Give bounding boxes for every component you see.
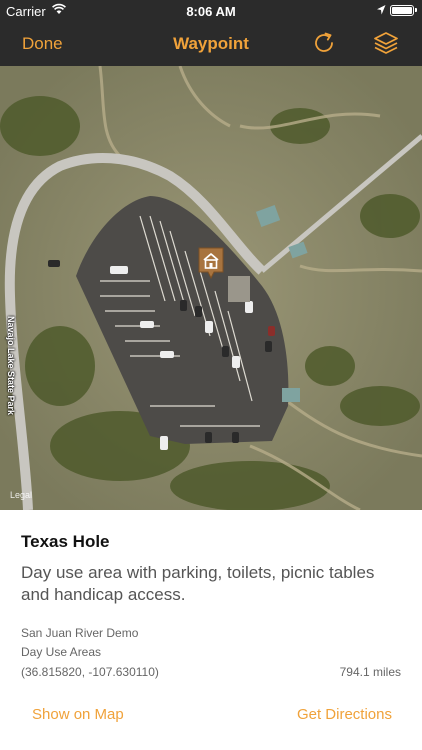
refresh-icon[interactable]	[311, 30, 337, 56]
status-time: 8:06 AM	[186, 4, 236, 19]
waypoint-collection: San Juan River Demo	[21, 626, 139, 640]
map-legal-link[interactable]: Legal	[10, 490, 32, 500]
map-imagery	[0, 66, 422, 510]
satellite-map[interactable]: Navajo Lake State Park Legal	[0, 66, 422, 510]
layers-icon[interactable]	[372, 29, 400, 57]
waypoint-distance: 794.1 miles	[339, 665, 401, 679]
battery-icon	[390, 5, 417, 16]
status-bar: Carrier 8:06 AM	[0, 0, 422, 22]
waypoint-details: Texas Hole Day use area with parking, to…	[0, 510, 422, 750]
cabin-icon[interactable]	[197, 246, 225, 280]
waypoint-description: Day use area with parking, toilets, picn…	[21, 563, 375, 604]
get-directions-button[interactable]: Get Directions	[297, 706, 392, 723]
waypoint-name: Texas Hole	[21, 532, 110, 551]
map-road-label: Navajo Lake State Park	[6, 316, 16, 416]
show-on-map-button[interactable]: Show on Map	[32, 706, 124, 723]
done-button[interactable]: Done	[22, 34, 63, 54]
waypoint-coordinates: (36.815820, -107.630110)	[21, 665, 159, 679]
navigation-bar: Done Waypoint	[0, 22, 422, 66]
location-arrow-icon	[377, 5, 386, 15]
page-title: Waypoint	[173, 34, 249, 53]
waypoint-category: Day Use Areas	[21, 645, 102, 659]
